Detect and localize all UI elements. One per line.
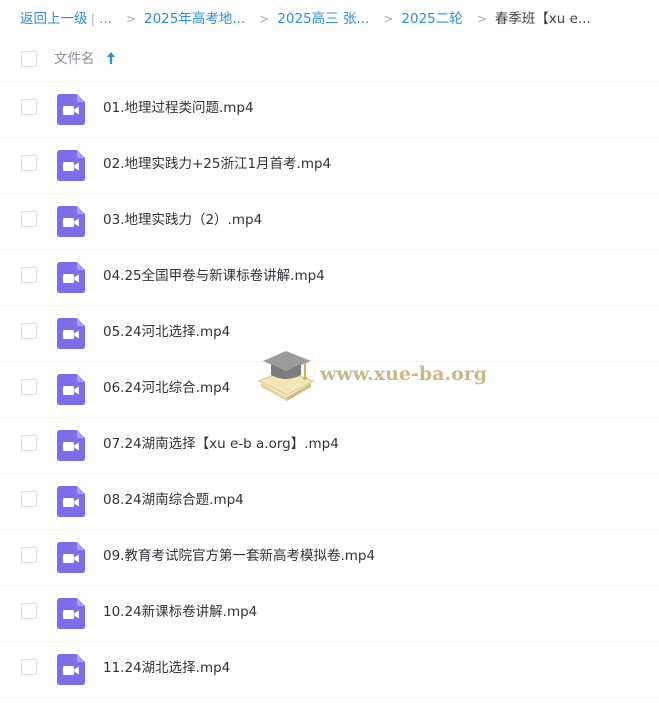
arrow-up-icon[interactable] [106, 51, 116, 65]
file-row[interactable]: 11.24湖北选择.mp4 [0, 642, 659, 698]
back-link[interactable]: 返回上一级 [20, 9, 88, 29]
file-checkbox[interactable] [21, 435, 37, 451]
file-browser: 返回上一级 | ... > 2025年高考地... > 2025高三 张... … [0, 0, 659, 706]
file-row[interactable]: 02.地理实践力+25浙江1月首考.mp4 [0, 138, 659, 194]
breadcrumb-item[interactable]: 2025二轮 [401, 9, 462, 29]
chevron-right-icon: > [476, 12, 487, 26]
select-all-checkbox[interactable] [21, 51, 37, 67]
file-checkbox[interactable] [21, 659, 37, 675]
file-name[interactable]: 01.地理过程类问题.mp4 [103, 98, 254, 118]
chevron-right-icon: > [259, 12, 270, 26]
file-name[interactable]: 03.地理实践力（2）.mp4 [103, 210, 262, 230]
file-row[interactable]: 04.25全国甲卷与新课标卷讲解.mp4 [0, 250, 659, 306]
file-name[interactable]: 07.24湖南选择【xu e-b a.org】.mp4 [103, 434, 339, 454]
breadcrumb-separator: | [90, 11, 96, 27]
file-checkbox[interactable] [21, 155, 37, 171]
file-row[interactable]: 08.24湖南综合题.mp4 [0, 474, 659, 530]
breadcrumb-current: 春季班【xu e... [494, 11, 591, 27]
file-checkbox[interactable] [21, 603, 37, 619]
file-name[interactable]: 09.教育考试院官方第一套新高考模拟卷.mp4 [103, 546, 375, 566]
file-row[interactable]: 09.教育考试院官方第一套新高考模拟卷.mp4 [0, 530, 659, 586]
filename-column-header[interactable]: 文件名 [54, 49, 95, 69]
breadcrumb-ellipsis[interactable]: ... [99, 9, 112, 29]
breadcrumb: 返回上一级 | ... > 2025年高考地... > 2025高三 张... … [20, 9, 591, 29]
file-name[interactable]: 10.24新课标卷讲解.mp4 [103, 602, 257, 622]
breadcrumb-item[interactable]: 2025年高考地... [144, 9, 245, 29]
file-checkbox[interactable] [21, 379, 37, 395]
chevron-right-icon: > [125, 12, 136, 26]
file-row[interactable]: 05.24河北选择.mp4 [0, 306, 659, 362]
file-row[interactable]: 01.地理过程类问题.mp4 [0, 82, 659, 138]
file-name[interactable]: 02.地理实践力+25浙江1月首考.mp4 [103, 154, 331, 174]
chevron-right-icon: > [383, 12, 394, 26]
file-name[interactable]: 05.24河北选择.mp4 [103, 322, 230, 342]
breadcrumb-item[interactable]: 2025高三 张... [277, 9, 369, 29]
file-list: 01.地理过程类问题.mp4 02.地理实践力+25浙江1月首考.mp4 03.地理… [0, 82, 659, 698]
file-name[interactable]: 06.24河北综合.mp4 [103, 378, 230, 398]
list-header: 文件名 [0, 37, 659, 82]
file-row[interactable]: 10.24新课标卷讲解.mp4 [0, 586, 659, 642]
file-checkbox[interactable] [21, 267, 37, 283]
file-row[interactable]: 06.24河北综合.mp4 [0, 362, 659, 418]
file-checkbox[interactable] [21, 323, 37, 339]
file-checkbox[interactable] [21, 211, 37, 227]
file-checkbox[interactable] [21, 547, 37, 563]
file-name[interactable]: 08.24湖南综合题.mp4 [103, 490, 244, 510]
file-row[interactable]: 07.24湖南选择【xu e-b a.org】.mp4 [0, 418, 659, 474]
file-name[interactable]: 11.24湖北选择.mp4 [103, 658, 230, 678]
file-row[interactable]: 03.地理实践力（2）.mp4 [0, 194, 659, 250]
file-checkbox[interactable] [21, 99, 37, 115]
file-name[interactable]: 04.25全国甲卷与新课标卷讲解.mp4 [103, 266, 325, 286]
file-checkbox[interactable] [21, 491, 37, 507]
